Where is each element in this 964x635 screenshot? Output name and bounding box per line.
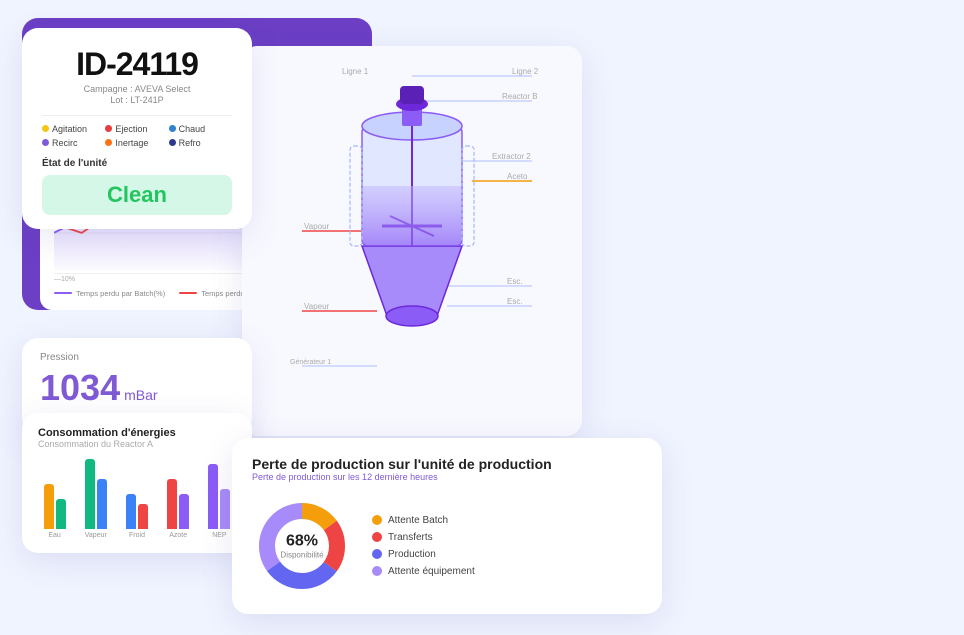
- tag-inertage: Inertage: [105, 138, 168, 148]
- agitation-icon: [42, 125, 49, 132]
- id-number: ID-24119: [42, 46, 232, 83]
- bar-vapeur-1: [85, 459, 95, 529]
- legend-item-pct: Temps perdu par Batch(%): [54, 289, 165, 298]
- bar-group-vapeur: Vapeur: [79, 459, 112, 539]
- chaud-icon: [169, 125, 176, 132]
- bar-eau-2: [56, 499, 66, 529]
- svg-text:Extractor 2: Extractor 2: [492, 152, 531, 161]
- donut-chart: 68% Disponibilité: [252, 496, 352, 596]
- bar-azote-2: [179, 494, 189, 529]
- production-subtitle: Perte de production sur les 12 dernière …: [252, 472, 642, 482]
- dot-attente-batch: [372, 515, 382, 525]
- svg-text:Générateur 1: Générateur 1: [290, 359, 331, 366]
- legend-production: Production: [372, 549, 475, 560]
- bar-nep-2: [220, 489, 230, 529]
- bar-group-froid: Froid: [120, 494, 153, 539]
- tag-ejection: Ejection: [105, 124, 168, 134]
- legend-attente-equipement: Attente équipement: [372, 566, 475, 577]
- legend-transferts: Transferts: [372, 532, 475, 543]
- svg-text:Esc.: Esc.: [507, 277, 523, 286]
- production-card: Perte de production sur l'unité de produ…: [232, 438, 662, 614]
- y-left-bottom: —10%: [54, 276, 75, 283]
- pression-unit: mBar: [124, 387, 157, 403]
- pression-value: 1034 mBar: [40, 367, 234, 409]
- donut-dispo: Disponibilité: [280, 550, 323, 559]
- bar-vapeur-2: [97, 479, 107, 529]
- svg-text:Vapour: Vapour: [304, 222, 330, 231]
- ejection-icon: [105, 125, 112, 132]
- inertage-icon: [105, 139, 112, 146]
- svg-text:Ligne 2: Ligne 2: [512, 67, 539, 76]
- legend-line-purple: [54, 292, 72, 294]
- clean-badge: Clean: [42, 175, 232, 215]
- svg-text:Vapeur: Vapeur: [304, 302, 330, 311]
- pression-label: Pression: [40, 352, 234, 363]
- production-title: Perte de production sur l'unité de produ…: [252, 456, 642, 472]
- energy-card: Consommation d'énergies Consommation du …: [22, 413, 252, 553]
- legend-line-red: [179, 292, 197, 294]
- lot-label: Lot : LT-241P: [42, 95, 232, 105]
- energy-subtitle: Consommation du Reactor A: [38, 439, 236, 449]
- legend-attente-batch: Attente Batch: [372, 515, 475, 526]
- campaign-label: Campagne : AVEVA Select: [42, 84, 232, 94]
- bar-eau-1: [44, 484, 54, 529]
- svg-text:Aceto: Aceto: [507, 172, 528, 181]
- reactor-diagram-card: Ligne 1 Ligne 2 Reactor B Extractor 2 Ac…: [242, 46, 582, 436]
- tags-grid: Agitation Ejection Chaud Recirc Inertage…: [42, 124, 232, 148]
- recirc-icon: [42, 139, 49, 146]
- dot-production: [372, 549, 382, 559]
- divider: [42, 115, 232, 116]
- bar-froid-2: [138, 504, 148, 529]
- bar-froid-1: [126, 494, 136, 529]
- bar-nep-1: [208, 464, 218, 529]
- tag-agitation: Agitation: [42, 124, 105, 134]
- dashboard: ID-24119 Campagne : AVEVA Select Lot : L…: [22, 18, 942, 618]
- reactor-schema-svg: Ligne 1 Ligne 2 Reactor B Extractor 2 Ac…: [242, 46, 582, 436]
- svg-text:Ligne 1: Ligne 1: [342, 67, 369, 76]
- dot-transferts: [372, 532, 382, 542]
- donut-label: 68% Disponibilité: [280, 532, 323, 559]
- svg-text:Reactor B: Reactor B: [502, 92, 538, 101]
- dot-attente-equipement: [372, 566, 382, 576]
- etat-label: État de l'unité: [42, 158, 232, 169]
- bar-chart: Eau Vapeur Froid: [38, 459, 236, 539]
- tag-refro: Refro: [169, 138, 232, 148]
- svg-text:Esc.: Esc.: [507, 297, 523, 306]
- production-legend: Attente Batch Transferts Production Atte…: [372, 515, 475, 577]
- bar-azote-1: [167, 479, 177, 529]
- refro-icon: [169, 139, 176, 146]
- bar-group-eau: Eau: [38, 484, 71, 539]
- bar-group-azote: Azote: [162, 479, 195, 539]
- id-card: ID-24119 Campagne : AVEVA Select Lot : L…: [22, 28, 252, 229]
- donut-percentage: 68%: [280, 532, 323, 550]
- production-content: 68% Disponibilité Attente Batch Transfer…: [252, 496, 642, 596]
- tag-recirc: Recirc: [42, 138, 105, 148]
- energy-title: Consommation d'énergies: [38, 427, 236, 439]
- tag-chaud: Chaud: [169, 124, 232, 134]
